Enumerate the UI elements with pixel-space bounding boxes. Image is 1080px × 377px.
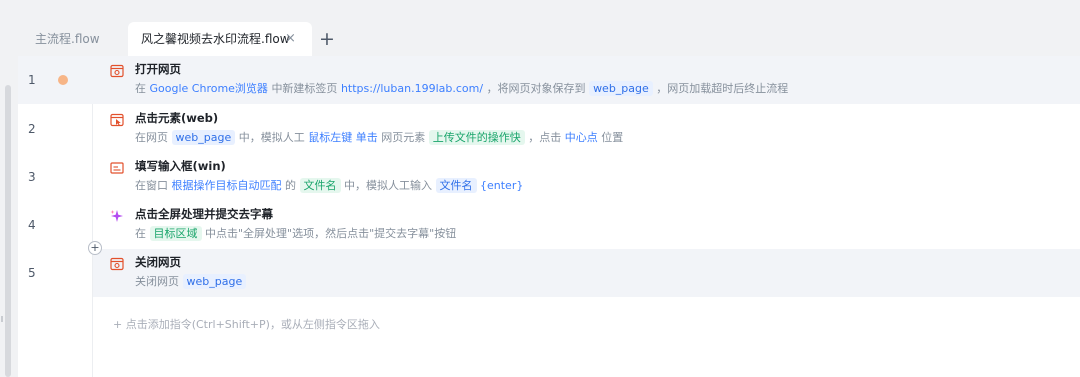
close-icon[interactable]: × [285,22,296,56]
desc-text: 位置 [601,131,624,144]
tab-bar: 主流程.flow 风之馨视频去水印流程.flow × + [18,11,1080,56]
ai-sparkle-icon [110,210,123,222]
command-desc: 关闭网页 web_page [135,273,247,289]
command-row-5[interactable]: 5 关闭网页 关闭网页 web_page [18,249,1080,297]
insert-command-button[interactable]: + [88,241,102,255]
line-number: 5 [28,266,36,280]
param-click-type[interactable]: 单击 [356,131,378,144]
param-url[interactable]: https://luban.199lab.com/ [341,82,483,95]
tab-active-label: 风之馨视频去水印流程.flow [141,32,290,46]
desc-text: ，将网页对象保存到 [486,82,586,95]
desc-text: 关闭网页 [135,275,179,288]
command-title: 打开网页 [135,62,181,76]
command-row-2[interactable]: 2 点击元素(web) 在网页 web_page 中，模拟人工 鼠标左键 单击 … [18,105,1080,153]
command-row-1[interactable]: 1 打开网页 在 Google Chrome浏览器 中新建标签页 https:/… [18,56,1080,104]
desc-text: 在网页 [135,131,168,144]
command-desc: 在网页 web_page 中，模拟人工 鼠标左键 单击 网页元素 上传文件的操作… [135,129,623,145]
browser-close-icon [110,257,124,271]
command-title: 关闭网页 [135,255,181,269]
top-strip [0,0,1080,11]
left-rail-marker [1,316,3,322]
element-chip[interactable]: 文件名 [299,178,341,193]
add-command-hint[interactable]: + 点击添加指令(Ctrl+Shift+P)，或从左侧指令区拖入 [113,316,380,332]
desc-text: ，网页加载超时后终止流程 [656,82,789,95]
tab-main-flow[interactable]: 主流程.flow [35,22,100,56]
line-number: 1 [28,73,36,87]
element-chip[interactable]: 上传文件的操作快 [428,130,525,145]
command-row-4[interactable]: 4 点击全屏处理并提交去字幕 在 目标区域 中点击"全屏处理"选项，然后点击"提… [18,201,1080,249]
desc-text: 中，模拟人工输入 [344,179,432,192]
desc-text: ，点击 [528,131,562,144]
left-scrollbar[interactable] [5,85,11,377]
command-title: 填写输入框(win) [135,159,226,173]
desc-text: 在 [135,82,146,95]
browser-icon [110,64,124,78]
command-row-3[interactable]: 3 填写输入框(win) 在窗口 根据操作目标自动匹配 的 文件名 中，模拟人工… [18,153,1080,201]
variable-chip[interactable]: web_page [182,274,247,289]
command-desc: 在 Google Chrome浏览器 中新建标签页 https://luban.… [135,80,788,96]
param-enter-key[interactable]: {enter} [480,179,523,192]
input-box-icon [110,162,124,174]
add-tab-button[interactable]: + [319,22,335,56]
variable-chip[interactable]: 文件名 [435,178,477,193]
element-chip[interactable]: 目标区域 [149,226,202,241]
desc-text: 中点击"全屏处理"选项，然后点击"提交去字幕"按钮 [205,227,457,240]
param-click-position[interactable]: 中心点 [565,131,598,144]
param-window-match[interactable]: 根据操作目标自动匹配 [172,179,282,192]
tab-active-flow[interactable]: 风之馨视频去水印流程.flow × [128,22,312,56]
param-mouse-button[interactable]: 鼠标左键 [308,131,352,144]
command-desc: 在窗口 根据操作目标自动匹配 的 文件名 中，模拟人工输入 文件名 {enter… [135,177,523,193]
desc-text: 中，模拟人工 [238,131,305,144]
desc-text: 中新建标签页 [271,82,338,95]
desc-text: 在 [135,227,146,240]
desc-text: 网页元素 [381,131,426,144]
command-desc: 在 目标区域 中点击"全屏处理"选项，然后点击"提交去字幕"按钮 [135,225,456,241]
breakpoint-icon[interactable] [58,75,68,85]
desc-text: 的 [285,179,296,192]
line-number: 3 [28,170,36,184]
command-title: 点击元素(web) [135,111,219,125]
line-number: 4 [28,218,36,232]
variable-chip[interactable]: web_page [171,130,236,145]
variable-chip[interactable]: web_page [589,81,653,96]
command-title: 点击全屏处理并提交去字幕 [135,207,273,221]
click-element-icon [110,113,124,127]
desc-text: 在窗口 [135,179,168,192]
param-browser[interactable]: Google Chrome浏览器 [150,82,268,95]
line-number: 2 [28,122,36,136]
